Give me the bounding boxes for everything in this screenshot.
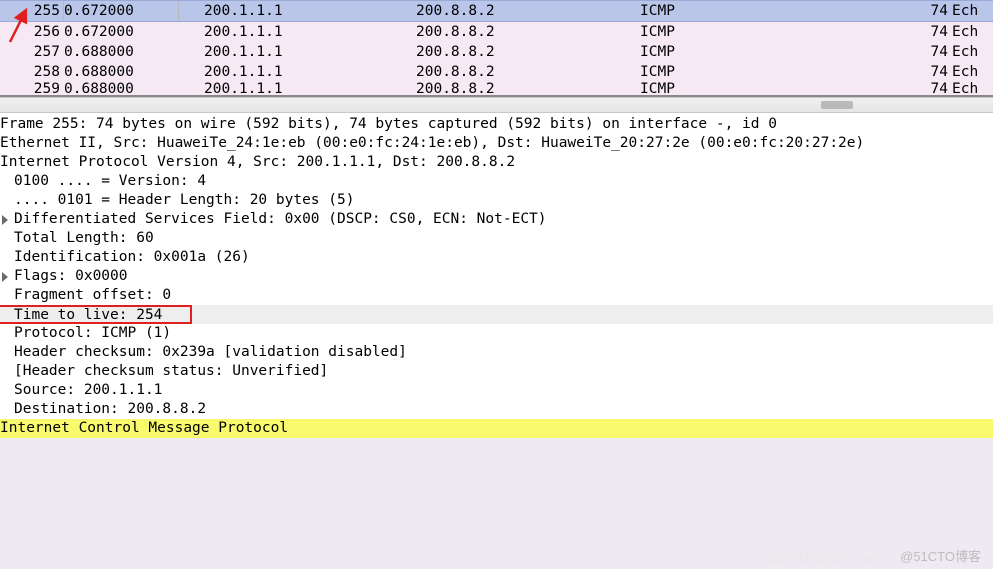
h-scroll-thumb[interactable] bbox=[821, 101, 853, 109]
packet-row[interactable]: 259 0.688000 200.1.1.1 200.8.8.2 ICMP 74… bbox=[0, 82, 993, 95]
detail-eth[interactable]: Ethernet II, Src: HuaweiTe_24:1e:eb (00:… bbox=[0, 134, 993, 153]
col-dst: 200.8.8.2 bbox=[416, 3, 640, 19]
detail-ip-tlen[interactable]: Total Length: 60 bbox=[0, 229, 993, 248]
packet-row[interactable]: 258 0.688000 200.1.1.1 200.8.8.2 ICMP 74… bbox=[0, 62, 993, 82]
detail-ip-version[interactable]: 0100 .... = Version: 4 bbox=[0, 172, 993, 191]
packet-list[interactable]: 255 0.672000 200.1.1.1 200.8.8.2 ICMP 74… bbox=[0, 0, 993, 97]
packet-row[interactable]: 257 0.688000 200.1.1.1 200.8.8.2 ICMP 74… bbox=[0, 42, 993, 62]
detail-ip-ttl-highlight[interactable]: Time to live: 254 bbox=[0, 305, 993, 324]
detail-ip-proto[interactable]: Protocol: ICMP (1) bbox=[0, 324, 993, 343]
detail-ip-dst[interactable]: Destination: 200.8.8.2 bbox=[0, 400, 993, 419]
detail-icmp[interactable]: Internet Control Message Protocol bbox=[0, 419, 993, 438]
packet-row-selected[interactable]: 255 0.672000 200.1.1.1 200.8.8.2 ICMP 74… bbox=[0, 0, 993, 22]
col-proto: ICMP bbox=[640, 3, 920, 19]
watermark-faded: https://blog.csdn.ne bbox=[760, 550, 873, 565]
detail-ip-src[interactable]: Source: 200.1.1.1 bbox=[0, 381, 993, 400]
detail-ip-id[interactable]: Identification: 0x001a (26) bbox=[0, 248, 993, 267]
detail-ip[interactable]: Internet Protocol Version 4, Src: 200.1.… bbox=[0, 153, 993, 172]
detail-ip-frag[interactable]: Fragment offset: 0 bbox=[0, 286, 993, 305]
detail-ip-dsf[interactable]: Differentiated Services Field: 0x00 (DSC… bbox=[0, 210, 993, 229]
annotation-arrow-icon bbox=[4, 4, 34, 46]
col-len: 74 bbox=[920, 3, 948, 19]
detail-ip-hlen[interactable]: .... 0101 = Header Length: 20 bytes (5) bbox=[0, 191, 993, 210]
col-src: 200.1.1.1 bbox=[204, 3, 416, 19]
col-time: 0.672000 bbox=[64, 3, 204, 19]
watermark: @51CTO博客 bbox=[900, 546, 981, 565]
detail-ip-ckst[interactable]: [Header checksum status: Unverified] bbox=[0, 362, 993, 381]
annotation-red-box: Time to live: 254 bbox=[0, 305, 192, 324]
packet-row[interactable]: 256 0.672000 200.1.1.1 200.8.8.2 ICMP 74… bbox=[0, 22, 993, 42]
detail-ip-ttl: Time to live: 254 bbox=[0, 307, 162, 323]
col-info: Ech bbox=[948, 3, 978, 19]
detail-ip-flags[interactable]: Flags: 0x0000 bbox=[0, 267, 993, 286]
pane-splitter[interactable] bbox=[0, 97, 993, 113]
detail-frame[interactable]: Frame 255: 74 bytes on wire (592 bits), … bbox=[0, 115, 993, 134]
packet-details[interactable]: Frame 255: 74 bytes on wire (592 bits), … bbox=[0, 113, 993, 438]
detail-ip-cksum[interactable]: Header checksum: 0x239a [validation disa… bbox=[0, 343, 993, 362]
